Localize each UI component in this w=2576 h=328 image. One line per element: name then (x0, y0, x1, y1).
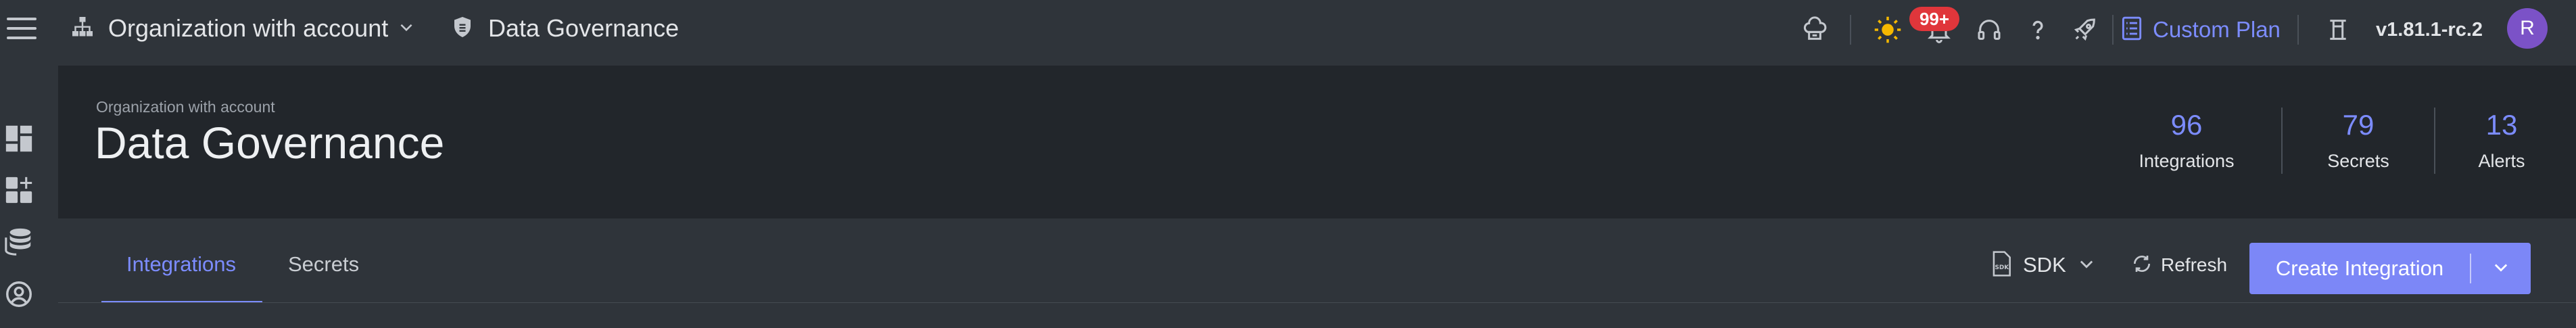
notifications-badge: 99+ (1909, 7, 1959, 31)
organization-switcher[interactable]: Organization with account (70, 12, 415, 45)
rocket-icon[interactable] (2069, 14, 2101, 46)
page-title: Data Governance (95, 118, 445, 168)
headset-icon[interactable] (1973, 14, 2005, 46)
divider (2112, 15, 2114, 45)
plan-link[interactable]: Custom Plan (2120, 14, 2281, 46)
cloud-chef-icon[interactable] (1798, 14, 1831, 46)
sdk-label: SDK (2023, 253, 2066, 277)
tab-integrations[interactable]: Integrations (126, 252, 236, 277)
breadcrumb-current: Data Governance (488, 14, 679, 42)
tab-secrets[interactable]: Secrets (288, 252, 359, 277)
create-options-dropdown[interactable] (2471, 243, 2531, 294)
svg-text:SDK: SDK (1995, 264, 2009, 271)
top-bar: Organization with account Data Governanc… (0, 0, 2576, 66)
page-subtitle: Organization with account (96, 98, 275, 116)
create-integration-split-button: Create Integration (2249, 243, 2531, 294)
chevron-down-icon (2077, 254, 2096, 277)
stat-alerts[interactable]: 13 Alerts (2414, 109, 2576, 172)
page-header: Organization with account Data Governanc… (58, 66, 2576, 218)
divider (2297, 15, 2299, 45)
plan-label: Custom Plan (2153, 17, 2281, 42)
plan-list-icon (2120, 16, 2143, 45)
create-integration-button[interactable]: Create Integration (2249, 243, 2470, 294)
sdk-icon: SDK (1990, 250, 2012, 280)
sidebar (0, 66, 58, 328)
chevron-down-icon (2491, 258, 2510, 280)
divider (1850, 15, 1851, 45)
add-widget-icon[interactable] (0, 171, 38, 209)
stat-value: 96 (2170, 109, 2203, 141)
refresh-label: Refresh (2161, 254, 2228, 275)
breadcrumb: Data Governance (450, 12, 679, 45)
sun-icon[interactable] (1871, 14, 1904, 46)
dashboard-icon[interactable] (0, 120, 38, 158)
stat-label: Integrations (2139, 151, 2235, 171)
divider (58, 302, 2576, 303)
refresh-icon (2131, 253, 2153, 278)
changelog-icon[interactable] (2322, 14, 2354, 46)
org-tree-icon (70, 15, 95, 43)
chevron-down-icon (398, 18, 415, 39)
stat-integrations[interactable]: 96 Integrations (2099, 109, 2274, 172)
menu-icon[interactable] (7, 18, 37, 42)
tabs-toolbar: Integrations Secrets SDK SDK Refresh Cre… (58, 218, 2576, 328)
avatar[interactable]: R (2507, 8, 2548, 49)
refresh-button[interactable]: Refresh (2131, 250, 2227, 281)
stat-value: 13 (2485, 109, 2518, 141)
shield-icon (450, 15, 475, 43)
database-icon[interactable] (0, 222, 38, 260)
help-icon[interactable] (2022, 14, 2054, 46)
sdk-dropdown[interactable]: SDK SDK (1990, 248, 2096, 282)
version-label: v1.81.1-rc.2 (2376, 19, 2483, 41)
organization-name: Organization with account (108, 14, 389, 42)
stat-label: Alerts (2478, 151, 2525, 171)
settings-icon[interactable] (0, 275, 38, 313)
